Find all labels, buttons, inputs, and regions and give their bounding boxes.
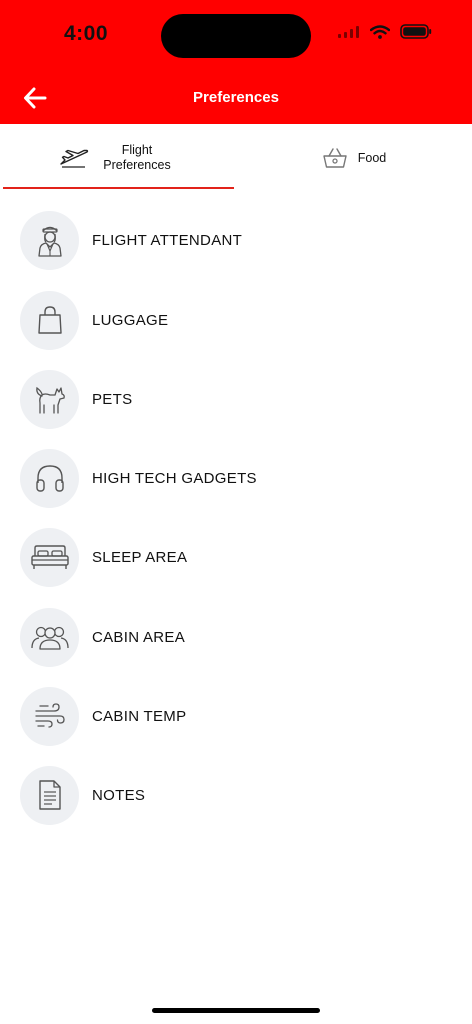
icon-circle [20,448,79,508]
list-item-label: PETS [92,390,133,408]
bed-icon [30,545,69,569]
dynamic-island [161,14,311,58]
list-item-label: HIGH TECH GADGETS [92,469,257,487]
status-icons [338,24,432,39]
list-item-high-tech-gadgets[interactable]: HIGH TECH GADGETS [0,446,472,510]
list-item-label: CABIN TEMP [92,707,187,725]
list-item-label: SLEEP AREA [92,548,188,566]
list-item-sleep-area[interactable]: SLEEP AREA [0,525,472,589]
icon-circle [20,527,79,587]
icon-circle [20,607,79,667]
signal-icon [338,25,359,38]
tab-food[interactable]: Food [236,124,472,192]
wind-icon [34,703,65,728]
list-item-cabin-temp[interactable]: CABIN TEMP [0,684,472,748]
tab-bar: Flight Preferences Food [0,124,472,192]
active-tab-indicator [3,187,234,189]
tab-flight-label: Flight Preferences [103,143,171,172]
shopping-bag-icon [37,306,62,334]
list-item-flight-attendant[interactable]: FLIGHT ATTENDANT [0,208,472,272]
list-item-luggage[interactable]: LUGGAGE [0,288,472,352]
status-time: 4:00 [64,22,109,45]
icon-circle [20,369,79,429]
list-item-label: LUGGAGE [92,311,169,329]
tab-flight-preferences[interactable]: Flight Preferences [0,124,236,192]
dog-icon [35,386,65,414]
list-item-notes[interactable]: NOTES [0,763,472,827]
basket-icon [323,148,347,168]
tab-food-label: Food [357,150,387,165]
icon-circle [20,210,79,270]
list-item-cabin-area[interactable]: CABIN AREA [0,605,472,669]
icon-circle [20,765,79,825]
icon-circle [20,290,79,350]
airplane-icon [60,149,89,168]
flight-attendant-icon [37,226,62,257]
people-icon [30,626,69,650]
wifi-icon [370,24,390,39]
list-item-label: CABIN AREA [92,628,186,646]
app-header: 4:00 Preferences [0,0,472,124]
headphones-icon [35,465,64,492]
icon-circle [20,686,79,746]
document-icon [38,780,61,810]
page-title: Preferences [193,89,279,106]
list-item-label: NOTES [92,786,146,804]
list-item-pets[interactable]: PETS [0,367,472,431]
battery-icon [400,24,432,39]
home-indicator[interactable] [152,1008,320,1013]
list-item-label: FLIGHT ATTENDANT [92,231,243,249]
